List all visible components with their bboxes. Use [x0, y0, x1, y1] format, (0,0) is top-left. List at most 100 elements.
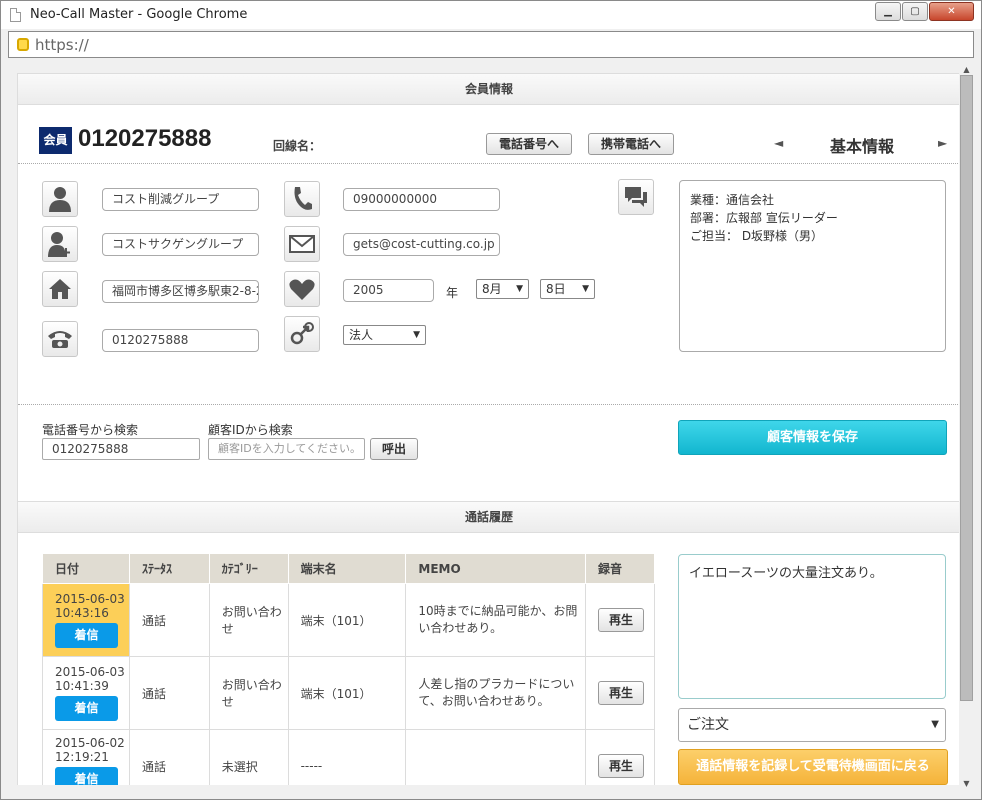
mobile-phone-icon	[284, 181, 320, 217]
id-search-label: 顧客IDから検索	[208, 423, 293, 437]
mail-icon	[284, 226, 320, 262]
table-header-row: 日付 ｽﾃｰﾀｽ ｶﾃｺﾞﾘｰ 端末名 MEMO 録音	[42, 553, 656, 584]
name-kana-field[interactable]: コストサクゲングループ	[102, 233, 259, 256]
prev-arrow-icon[interactable]: ◄	[774, 136, 783, 150]
call-button[interactable]: 呼出	[370, 438, 418, 460]
category-cell: お問い合わせ	[208, 583, 289, 657]
line-name-label: 回線名：	[273, 139, 322, 153]
memo-cell	[405, 729, 586, 785]
tel-field[interactable]: 0120275888	[102, 329, 259, 352]
date-cell: 2015-06-02 12:19:21 着信	[42, 729, 130, 785]
order-select[interactable]: ご注文 ▼	[678, 708, 946, 742]
year-label: 年	[446, 286, 459, 300]
call-note-textarea[interactable]: イエロースーツの大量注文あり。	[678, 554, 946, 699]
minimize-button[interactable]: ▁	[875, 2, 901, 21]
row-date: 2015-06-03	[55, 592, 125, 606]
recording-cell: 再生	[584, 656, 656, 730]
row-date: 2015-06-03	[55, 665, 125, 679]
return-to-standby-button[interactable]: 通話情報を記録して受電待機画面に戻る	[678, 749, 948, 785]
incoming-badge: 着信	[55, 696, 118, 721]
date-cell: 2015-06-03 10:41:39 着信	[42, 656, 130, 730]
address-field[interactable]: 福岡市博多区博多駅東2-8-2	[102, 280, 259, 303]
scroll-down-icon[interactable]: ▼	[959, 777, 974, 791]
telephone-icon	[42, 321, 78, 357]
page-content: 会員情報 会員 0120275888 回線名： 電話番号へ 携帯電話へ ◄ 基本…	[17, 73, 959, 785]
row-time: 10:41:39	[55, 679, 109, 693]
title-bar: Neo-Call Master - Google Chrome ▁ ▢ ✕	[1, 1, 981, 29]
vertical-scrollbar[interactable]: ▲ ▼	[959, 63, 974, 791]
incoming-badge: 着信	[55, 767, 118, 785]
scroll-thumb[interactable]	[960, 75, 973, 701]
window-title: Neo-Call Master - Google Chrome	[30, 7, 248, 22]
notes-textarea[interactable]: 業種：通信会社 部署：広報部 宣伝リーダー ご担当： D坂野様（男）	[679, 180, 946, 352]
note-line: ご担当： D坂野様（男）	[690, 229, 824, 243]
row-time: 12:19:21	[55, 750, 109, 764]
member-section-header: 会員情報	[18, 73, 959, 105]
table-row[interactable]: 2015-06-03 10:43:16 着信 通話 お問い合わせ 端末（101） 1…	[42, 583, 656, 657]
note-line: 業種：通信会社	[690, 193, 775, 207]
row-date: 2015-06-02	[55, 736, 125, 750]
category-cell: 未選択	[208, 729, 289, 785]
phone-search-label: 電話番号から検索	[42, 423, 139, 437]
page-icon	[10, 8, 21, 22]
gender-icon	[284, 316, 320, 352]
history-section-header: 通話履歴	[18, 501, 959, 533]
recording-cell: 再生	[584, 583, 656, 657]
play-button[interactable]: 再生	[597, 608, 644, 632]
basic-info-title: 基本情報	[830, 137, 895, 156]
type-value: 法人	[349, 328, 374, 342]
mobile-field[interactable]: 09000000000	[343, 188, 500, 211]
col-header-memo[interactable]: MEMO	[405, 553, 586, 584]
chevron-down-icon: ▼	[931, 719, 939, 730]
member-phone: 0120275888	[78, 125, 212, 152]
birth-year-field[interactable]: 2005	[343, 279, 434, 302]
birth-month-select[interactable]: 8月 ▼	[476, 279, 529, 299]
call-history-table: 日付 ｽﾃｰﾀｽ ｶﾃｺﾞﾘｰ 端末名 MEMO 録音 2015-06-03 10…	[42, 553, 656, 785]
col-header-date[interactable]: 日付	[42, 553, 130, 584]
table-row[interactable]: 2015-06-03 10:41:39 着信 通話 お問い合わせ 端末（101） 人…	[42, 656, 656, 730]
save-customer-button[interactable]: 顧客情報を保存	[678, 420, 947, 455]
chevron-down-icon: ▼	[582, 284, 589, 294]
col-header-status[interactable]: ｽﾃｰﾀｽ	[128, 553, 210, 584]
phone-search-input[interactable]: 0120275888	[42, 438, 200, 460]
heart-icon	[284, 271, 320, 307]
col-header-terminal[interactable]: 端末名	[287, 553, 407, 584]
next-arrow-icon[interactable]: ►	[938, 136, 947, 150]
play-button[interactable]: 再生	[597, 754, 644, 778]
lock-warning-icon	[17, 38, 29, 51]
email-field[interactable]: gets@cost-cutting.co.jp	[343, 233, 500, 256]
memo-cell: 人差し指のプラカードについて、お問い合わせあり。	[405, 656, 586, 730]
browser-window: Neo-Call Master - Google Chrome ▁ ▢ ✕ ht…	[0, 0, 982, 800]
status-cell: 通話	[128, 583, 210, 657]
incoming-badge: 着信	[55, 623, 118, 648]
member-badge: 会員	[39, 127, 72, 154]
terminal-cell: -----	[287, 729, 407, 785]
status-cell: 通話	[128, 656, 210, 730]
name-field[interactable]: コスト削減グループ	[102, 188, 259, 211]
type-select[interactable]: 法人 ▼	[343, 325, 426, 345]
col-header-category[interactable]: ｶﾃｺﾞﾘｰ	[208, 553, 289, 584]
url-text: https://	[35, 36, 89, 54]
maximize-button[interactable]: ▢	[902, 2, 928, 21]
birth-day-value: 8日	[546, 282, 566, 296]
person-add-icon	[42, 226, 78, 262]
home-icon	[42, 271, 78, 307]
chevron-down-icon: ▼	[413, 330, 420, 340]
birth-day-select[interactable]: 8日 ▼	[540, 279, 595, 299]
table-row[interactable]: 2015-06-02 12:19:21 着信 通話 未選択 ----- 再生	[42, 729, 656, 785]
id-search-input[interactable]: 顧客IDを入力してください。	[208, 438, 365, 460]
status-cell: 通話	[128, 729, 210, 785]
to-phone-button[interactable]: 電話番号へ	[486, 133, 572, 155]
date-cell: 2015-06-03 10:43:16 着信	[42, 583, 130, 657]
col-header-recording[interactable]: 録音	[584, 553, 656, 584]
play-button[interactable]: 再生	[597, 681, 644, 705]
recording-cell: 再生	[584, 729, 656, 785]
to-mobile-button[interactable]: 携帯電話へ	[588, 133, 674, 155]
close-button[interactable]: ✕	[929, 2, 974, 21]
row-time: 10:43:16	[55, 606, 109, 620]
divider	[18, 163, 959, 164]
chevron-down-icon: ▼	[516, 284, 523, 294]
order-select-value: ご注文	[687, 717, 729, 733]
address-bar[interactable]: https://	[8, 31, 974, 58]
memo-cell: 10時までに納品可能か、お問い合わせあり。	[405, 583, 586, 657]
